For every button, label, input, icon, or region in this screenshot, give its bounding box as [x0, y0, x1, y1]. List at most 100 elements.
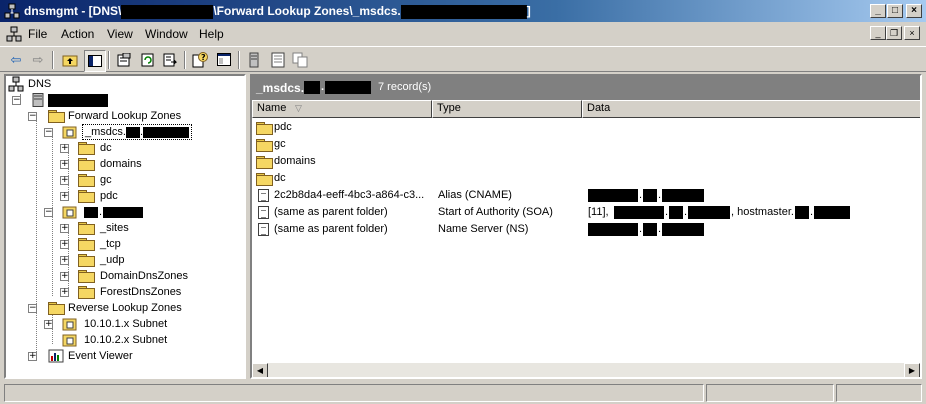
maximize-button[interactable]: □	[887, 4, 903, 18]
tree-label: Event Viewer	[68, 350, 133, 362]
toolbar: ⇦ ⇨ ?	[0, 46, 926, 72]
redacted-domain	[125, 126, 140, 138]
expand-toggle[interactable]: +	[60, 256, 69, 265]
tree-label: pdc	[100, 190, 118, 202]
folder-icon	[256, 122, 273, 135]
collapse-toggle[interactable]: −	[12, 96, 21, 105]
expand-toggle[interactable]: +	[60, 288, 69, 297]
tree-label: DNS	[28, 78, 52, 90]
copy-icon[interactable]	[290, 50, 310, 70]
menu-help[interactable]: Help	[199, 27, 224, 41]
expand-toggle[interactable]: +	[60, 144, 69, 153]
console-tree-icon[interactable]	[214, 50, 234, 70]
redacted-data	[643, 223, 657, 236]
title-zone-path: \Forward Lookup Zones\_msdcs.	[213, 4, 401, 18]
toolbar-separator	[52, 51, 54, 69]
collapse-toggle[interactable]: −	[44, 208, 53, 217]
tree-item-msdcs-zone[interactable]: − _msdcs..	[44, 124, 194, 140]
folder-icon	[78, 286, 95, 299]
column-headers: Name ▽ Type Data	[252, 100, 920, 118]
minimize-button[interactable]: _	[870, 4, 886, 18]
menu-file[interactable]: File	[28, 27, 47, 41]
folder-icon	[78, 254, 95, 267]
record-row-cname[interactable]: 2c2b8da4-eeff-4bc3-a864-c3... Alias (CNA…	[256, 187, 916, 204]
column-header-name[interactable]: Name ▽	[252, 100, 432, 118]
expand-toggle[interactable]: +	[60, 272, 69, 281]
menu-bar: File Action View Window Help	[0, 24, 926, 44]
expand-toggle[interactable]: +	[60, 224, 69, 233]
help-icon[interactable]: ?	[190, 50, 210, 70]
column-header-data[interactable]: Data	[582, 100, 920, 118]
close-button[interactable]: ×	[906, 4, 922, 18]
server-icon[interactable]	[244, 50, 264, 70]
folder-icon	[78, 222, 95, 235]
record-name: (same as parent folder)	[274, 206, 388, 218]
scroll-right-button[interactable]: ▶	[904, 363, 920, 377]
tree-label: gc	[100, 174, 112, 186]
back-arrow-icon[interactable]: ⇦	[6, 50, 26, 70]
scroll-left-button[interactable]: ◀	[252, 363, 268, 377]
event-viewer-icon	[48, 349, 64, 363]
zone-list-icon[interactable]	[268, 50, 288, 70]
redacted-domain	[304, 81, 320, 94]
menu-window[interactable]: Window	[145, 27, 188, 41]
console-tree[interactable]: DNS − − Forward Lookup Zones − _msdcs.. …	[4, 74, 246, 379]
up-folder-icon[interactable]	[60, 50, 80, 70]
refresh-icon[interactable]	[138, 50, 158, 70]
tree-item-server[interactable]: −	[12, 92, 132, 108]
column-header-type[interactable]: Type	[432, 100, 582, 118]
dot-separator: .	[658, 189, 662, 201]
folder-icon	[78, 142, 95, 155]
result-pane[interactable]: _msdcs. . 7 record(s) Name ▽ Type Data p…	[250, 74, 922, 379]
folder-icon	[256, 139, 273, 152]
expand-toggle[interactable]: +	[44, 320, 53, 329]
dot-separator: .	[639, 223, 643, 235]
horizontal-scrollbar[interactable]: ◀ ▶	[252, 363, 920, 377]
folder-icon	[78, 270, 95, 283]
mdi-restore-button[interactable]: ❐	[886, 26, 902, 40]
redacted-data	[669, 206, 683, 219]
export-list-icon[interactable]	[160, 50, 180, 70]
tree-label: Reverse Lookup Zones	[68, 302, 182, 314]
redacted-data	[643, 189, 657, 202]
tree-label: _msdcs.	[85, 126, 126, 138]
title-prefix: dnsmgmt - [DNS\	[24, 4, 122, 18]
dot-separator: .	[665, 206, 669, 218]
show-tree-icon[interactable]	[84, 50, 106, 72]
expand-toggle[interactable]: +	[60, 240, 69, 249]
expand-toggle[interactable]: +	[28, 352, 37, 361]
list-item-name: dc	[274, 172, 286, 184]
list-item-name: pdc	[274, 121, 292, 133]
expand-toggle[interactable]: +	[60, 160, 69, 169]
redacted-data	[795, 206, 809, 219]
menu-view[interactable]: View	[107, 27, 133, 41]
folder-icon	[48, 302, 65, 315]
folder-icon	[256, 156, 273, 169]
mdi-minimize-button[interactable]: _	[870, 26, 886, 40]
collapse-toggle[interactable]: −	[44, 128, 53, 137]
toolbar-separator	[108, 51, 110, 69]
status-bar	[0, 382, 926, 404]
column-label: Data	[587, 102, 611, 114]
properties-icon[interactable]	[114, 50, 134, 70]
redacted-domain	[84, 207, 98, 218]
record-row-soa[interactable]: (same as parent folder) Start of Authori…	[256, 204, 916, 221]
dns-app-icon	[4, 3, 20, 19]
zone-icon	[62, 318, 77, 331]
record-icon	[258, 223, 269, 236]
title-bar[interactable]: dnsmgmt - [DNS\ \Forward Lookup Zones\_ms…	[0, 0, 926, 22]
menu-action[interactable]: Action	[61, 27, 94, 41]
forward-arrow-icon[interactable]: ⇨	[28, 50, 48, 70]
window-title: dnsmgmt - [DNS\ \Forward Lookup Zones\_ms…	[24, 3, 531, 19]
record-row-ns[interactable]: (same as parent folder) Name Server (NS)…	[256, 221, 916, 238]
list-item-name: gc	[274, 138, 286, 150]
record-name: (same as parent folder)	[274, 223, 388, 235]
expand-toggle[interactable]: +	[60, 176, 69, 185]
mdi-close-button[interactable]: ×	[904, 26, 920, 40]
expand-toggle[interactable]: +	[60, 192, 69, 201]
mmc-console-icon[interactable]	[6, 26, 22, 42]
tree-label: ForestDnsZones	[100, 286, 182, 298]
collapse-toggle[interactable]: −	[28, 304, 37, 313]
collapse-toggle[interactable]: −	[28, 112, 37, 121]
tree-item-domain-zone[interactable]: − .	[44, 204, 154, 220]
